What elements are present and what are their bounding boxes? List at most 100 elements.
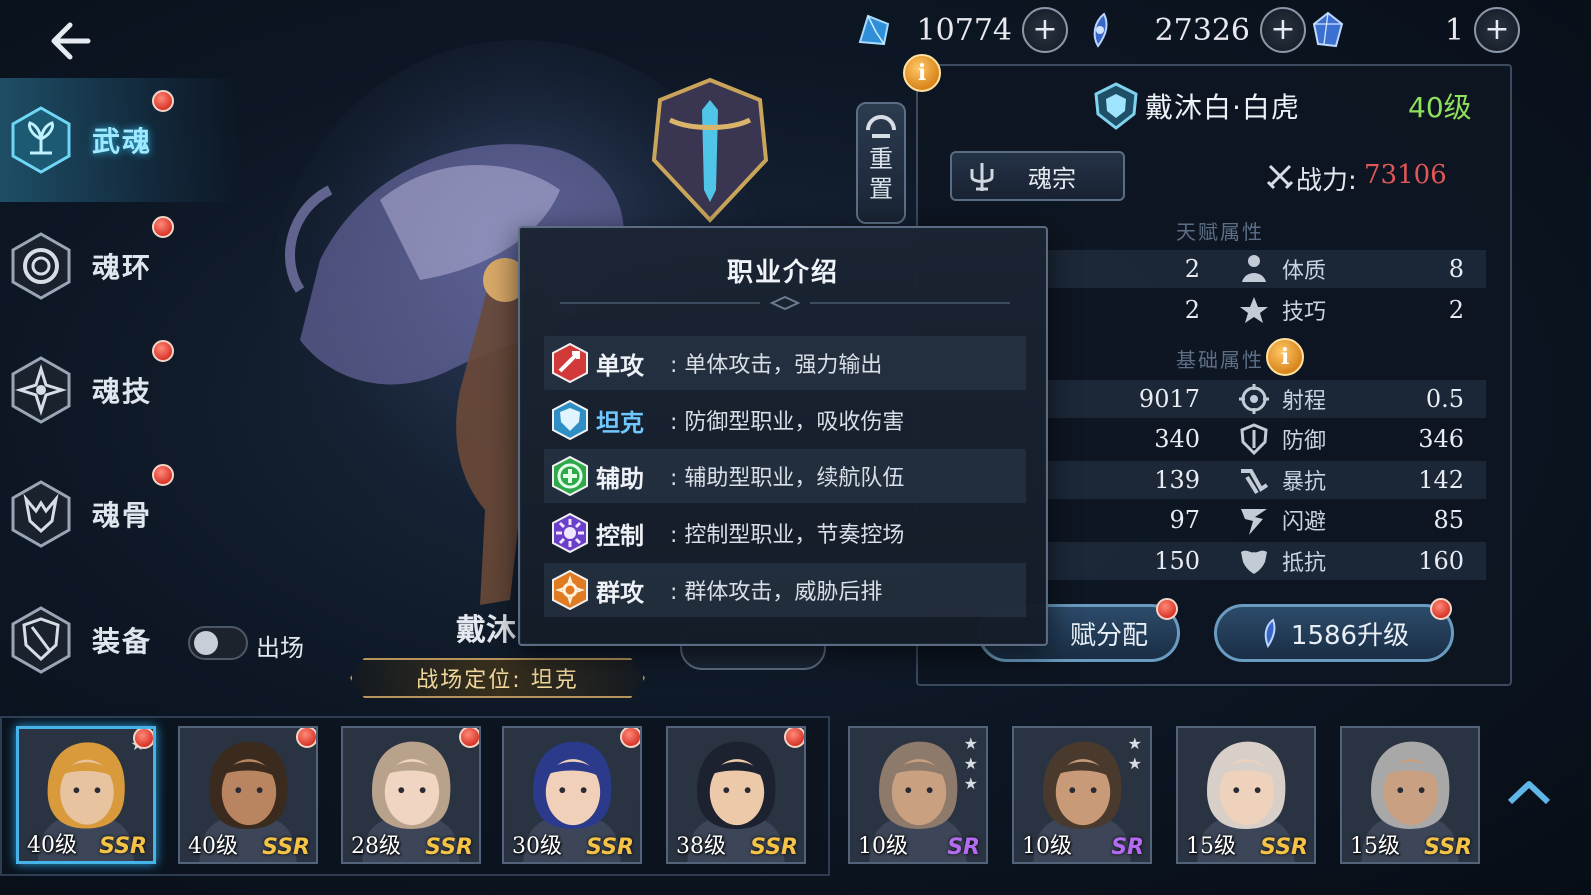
hero-name-bottom: 戴沐 bbox=[456, 613, 516, 648]
menu-label: 装备 bbox=[92, 625, 153, 658]
hero-card[interactable]: ★40级SSR bbox=[16, 726, 156, 864]
stat-row: 2 体质 8 bbox=[1040, 250, 1486, 288]
rarity-badge: SSR bbox=[750, 835, 798, 860]
stat-right-value: 346 bbox=[1418, 425, 1464, 453]
currency-crystal: 10774 + bbox=[854, 6, 1068, 54]
hero-card[interactable]: 38级 SSR bbox=[666, 726, 806, 864]
soul-feather-icon bbox=[1082, 10, 1122, 50]
stat-name: 射程 bbox=[1282, 389, 1327, 414]
resist-icon bbox=[1236, 543, 1272, 579]
blue-gem-icon bbox=[1308, 10, 1348, 50]
add-gem-button[interactable]: + bbox=[1474, 7, 1520, 53]
notification-dot bbox=[133, 729, 153, 749]
currency-feather: 27326 + bbox=[1082, 6, 1306, 54]
role-name: 群攻 bbox=[596, 578, 644, 607]
currency-gem: 1 + bbox=[1308, 6, 1520, 54]
role-name: 控制 bbox=[596, 521, 644, 550]
rarity-badge: SSR bbox=[586, 835, 634, 860]
rarity-badge: SR bbox=[1111, 835, 1144, 860]
menu-label: 武魂 bbox=[92, 125, 153, 158]
hero-card[interactable]: ★ ★ 10级 SR bbox=[1012, 726, 1152, 864]
stat-row: 9017 射程 0.5 bbox=[1040, 380, 1486, 418]
blue-crystal-icon bbox=[854, 10, 894, 50]
crystal-amount: 10774 bbox=[916, 12, 1012, 48]
tank-class-icon bbox=[1094, 82, 1138, 130]
control-icon bbox=[552, 513, 588, 553]
role-row: 辅助: 辅助型职业，续航队伍 bbox=[544, 449, 1026, 503]
skill-icon bbox=[1236, 292, 1272, 328]
menu-label: 魂环 bbox=[92, 251, 153, 284]
hero-level: 15级 bbox=[1350, 834, 1400, 859]
crit-resist-icon bbox=[1236, 462, 1272, 498]
stat-name: 闪避 bbox=[1282, 510, 1327, 535]
hero-card[interactable]: 15级 SSR bbox=[1176, 726, 1316, 864]
stat-right-value: 142 bbox=[1418, 466, 1464, 494]
hero-level: 38级 bbox=[676, 834, 726, 859]
upgrade-label: 1586升级 bbox=[1290, 620, 1410, 651]
stat-name: 抵抗 bbox=[1282, 551, 1327, 576]
upgrade-button[interactable]: 1586升级 bbox=[1214, 604, 1454, 662]
notification-dot bbox=[152, 464, 174, 486]
notification-dot bbox=[620, 728, 640, 748]
power-value: 73106 bbox=[1364, 160, 1447, 190]
hero-card[interactable]: 40级 SSR bbox=[178, 726, 318, 864]
range-icon bbox=[1236, 381, 1272, 417]
hero-card[interactable]: 28级 SSR bbox=[341, 726, 481, 864]
soul-bone-icon bbox=[6, 479, 76, 549]
rarity-badge: SR bbox=[947, 835, 980, 860]
back-button[interactable] bbox=[40, 16, 100, 66]
menu-item-martial-soul[interactable]: 武魂 bbox=[0, 78, 240, 202]
hero-level: 10级 bbox=[858, 834, 908, 859]
hero-card[interactable]: 30级 SSR bbox=[502, 726, 642, 864]
menu-item-soul-ring[interactable]: 魂环 bbox=[0, 204, 240, 328]
stat-left-value: 2 bbox=[1184, 296, 1200, 324]
stat-name: 技巧 bbox=[1282, 300, 1327, 325]
popup-divider bbox=[560, 296, 1010, 310]
role-row: 群攻 : 群体攻击，威胁后排 bbox=[544, 563, 1026, 617]
equipment-shield-icon bbox=[6, 605, 76, 675]
battle-role-banner: 战场定位: 坦克 bbox=[350, 658, 645, 698]
base-section-title: 基础属性 bbox=[1176, 348, 1264, 372]
menu-item-soul-bone[interactable]: 魂骨 bbox=[0, 452, 240, 576]
role-description: : 控制型职业，节奏控场 bbox=[670, 523, 905, 548]
base-info-icon[interactable]: i bbox=[1266, 338, 1304, 376]
soul-ring-icon bbox=[6, 231, 76, 301]
rarity-badge: SSR bbox=[1260, 835, 1308, 860]
reset-button[interactable]: 重 置 bbox=[856, 102, 906, 224]
hero-level: 40级 bbox=[1408, 91, 1472, 124]
add-feather-button[interactable]: + bbox=[1260, 7, 1306, 53]
menu-label: 魂技 bbox=[92, 375, 153, 408]
rarity-badge: SSR bbox=[262, 835, 310, 860]
info-icon[interactable]: i bbox=[903, 54, 941, 92]
role-description: : 群体攻击，威胁后排 bbox=[670, 580, 883, 605]
single-attack-icon bbox=[552, 343, 588, 383]
notification-dot bbox=[152, 90, 174, 112]
notification-dot bbox=[152, 340, 174, 362]
power-label: 战力: bbox=[1296, 166, 1357, 196]
soul-rank-button[interactable]: 魂宗 bbox=[950, 151, 1125, 201]
scroll-up-chevron-icon[interactable] bbox=[1506, 776, 1552, 806]
stat-row: 150 抵抗 160 bbox=[1040, 542, 1486, 580]
hero-level: 28级 bbox=[351, 834, 401, 859]
hero-card[interactable]: ★ ★ ★ 10级 SR bbox=[848, 726, 988, 864]
soul-rank-label: 魂宗 bbox=[1028, 164, 1076, 193]
stat-right-value: 8 bbox=[1448, 255, 1464, 283]
notification-dot bbox=[1156, 598, 1178, 620]
notification-dot bbox=[296, 728, 316, 748]
role-description: : 辅助型职业，续航队伍 bbox=[670, 466, 905, 491]
role-row: 坦克: 防御型职业，吸收伤害 bbox=[544, 393, 1026, 447]
notification-dot bbox=[152, 216, 174, 238]
talent-allocation-label: 赋分配 bbox=[1069, 620, 1148, 651]
stat-right-value: 2 bbox=[1448, 296, 1464, 324]
stat-left-value: 2 bbox=[1184, 255, 1200, 283]
role-name: 坦克 bbox=[596, 408, 644, 437]
stat-right-value: 160 bbox=[1418, 547, 1464, 575]
deploy-toggle[interactable] bbox=[188, 626, 248, 660]
add-crystal-button[interactable]: + bbox=[1022, 7, 1068, 53]
hero-card[interactable]: 15级 SSR bbox=[1340, 726, 1480, 864]
crossed-swords-icon bbox=[1266, 164, 1294, 190]
stat-left-value: 139 bbox=[1154, 466, 1200, 494]
menu-item-soul-skill[interactable]: 魂技 bbox=[0, 328, 240, 452]
stat-row: 139 暴抗 142 bbox=[1040, 461, 1486, 499]
aoe-attack-icon bbox=[552, 570, 588, 610]
